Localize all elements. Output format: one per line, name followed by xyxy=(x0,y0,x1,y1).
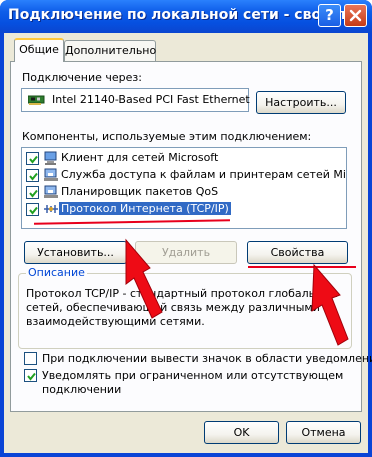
close-icon xyxy=(349,9,362,22)
component-checkbox[interactable] xyxy=(26,152,39,165)
component-checkbox[interactable] xyxy=(26,186,39,199)
window-title: Подключение по локальной сети - свойства xyxy=(8,7,366,23)
annotation-arrow-properties xyxy=(311,263,349,346)
adapter-field: Intel 21140-Based PCI Fast Ethernet xyxy=(21,88,250,112)
description-text: Протокол TCP/IP - стандартный протокол г… xyxy=(26,287,346,329)
check-icon xyxy=(27,372,36,381)
list-item[interactable]: Протокол Интернета (TCP/IP) xyxy=(22,201,344,218)
annotation-arrow-install xyxy=(125,238,163,319)
service-icon xyxy=(44,168,58,181)
notify-checkbox[interactable] xyxy=(24,369,37,382)
protocol-icon xyxy=(44,205,58,213)
cancel-button[interactable]: Отмена xyxy=(286,421,361,444)
component-label: Протокол Интернета (TCP/IP) xyxy=(59,202,231,215)
components-label: Компоненты, используемые этим подключени… xyxy=(22,130,312,143)
properties-button[interactable]: Свойства xyxy=(247,241,348,264)
network-card-icon xyxy=(28,95,45,105)
title-bar[interactable]: Подключение по локальной сети - свойства… xyxy=(0,0,372,33)
ok-button[interactable]: OK xyxy=(204,421,279,444)
configure-button[interactable]: Настроить... xyxy=(256,91,346,114)
tab-advanced-label: Дополнительно xyxy=(65,44,157,57)
notify-label-line2: подключении xyxy=(42,383,122,396)
check-icon xyxy=(29,206,38,215)
dialog-window: Подключение по локальной сети - свойства… xyxy=(0,0,372,457)
service-icon xyxy=(44,185,58,198)
component-checkbox[interactable] xyxy=(26,169,39,182)
component-label: Служба доступа к файлам и принтерам сете… xyxy=(61,168,347,181)
list-item[interactable]: Клиент для сетей Microsoft xyxy=(22,150,344,167)
description-title: Описание xyxy=(26,266,87,279)
component-checkbox[interactable] xyxy=(26,203,39,216)
components-list[interactable]: Клиент для сетей Microsoft Служба доступ… xyxy=(21,147,347,229)
help-button[interactable]: ? xyxy=(318,4,341,27)
tab-general[interactable]: Общие xyxy=(14,38,64,62)
check-icon xyxy=(29,189,38,198)
install-button[interactable]: Установить... xyxy=(24,241,127,264)
tab-general-label: Общие xyxy=(19,43,59,56)
adapter-name: Intel 21140-Based PCI Fast Ethernet xyxy=(52,93,250,106)
notify-label-line1: Уведомлять при ограниченном или отсутств… xyxy=(42,369,344,382)
connect-using-label: Подключение через: xyxy=(22,71,142,84)
client-icon xyxy=(44,151,57,165)
close-button[interactable] xyxy=(344,4,367,27)
show-icon-label: При подключении вывести значок в области… xyxy=(42,352,372,365)
description-line: взаимодействующими сетями. xyxy=(26,315,205,328)
description-line: сетей, обеспечивающий связь между различ… xyxy=(26,301,320,314)
tab-advanced[interactable]: Дополнительно xyxy=(64,40,156,62)
component-label: Планировщик пакетов QoS xyxy=(61,185,219,198)
check-icon xyxy=(29,155,38,164)
description-line: Протокол TCP/IP - стандартный протокол г… xyxy=(26,287,338,300)
show-icon-checkbox[interactable] xyxy=(24,352,37,365)
list-item[interactable]: Служба доступа к файлам и принтерам сете… xyxy=(22,167,347,184)
check-icon xyxy=(29,172,38,181)
help-icon: ? xyxy=(325,6,334,24)
dialog-body: Общие Дополнительно Подключение через: I… xyxy=(4,33,372,453)
list-item[interactable]: Планировщик пакетов QoS xyxy=(22,184,344,201)
component-label: Клиент для сетей Microsoft xyxy=(61,151,219,164)
